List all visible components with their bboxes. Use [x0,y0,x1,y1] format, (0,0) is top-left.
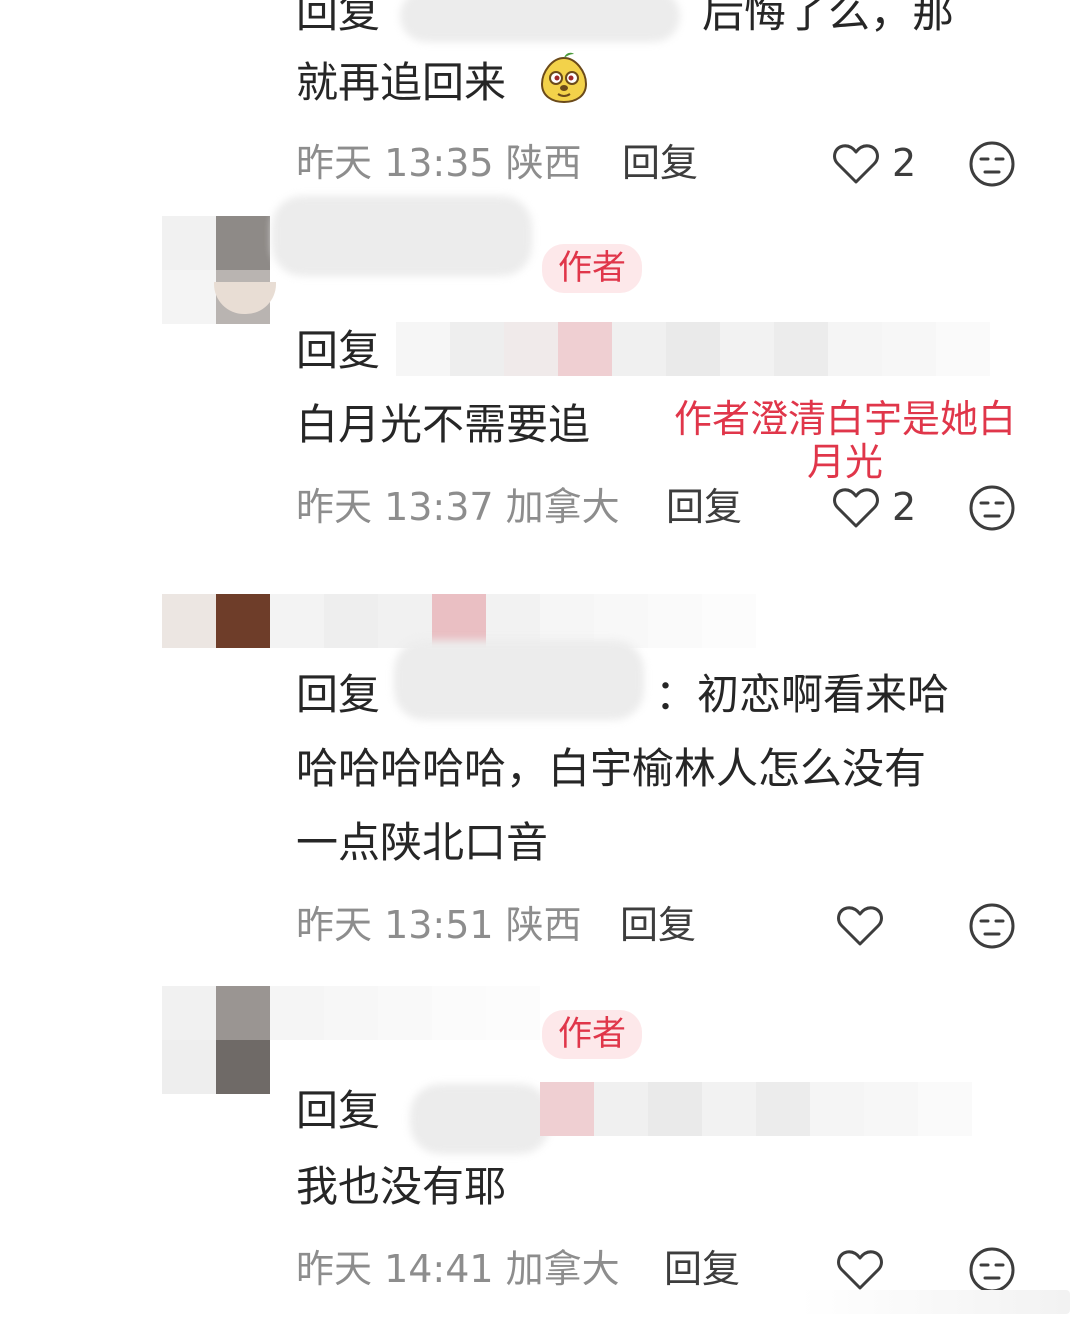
dislike-face-icon[interactable] [968,484,1016,532]
comment-text-line: 一点陕北口音 [296,818,549,867]
reply-prefix: 回复 [296,1086,381,1135]
comment-meta: 昨天 13:51 陕西 [296,903,582,947]
reply-button[interactable]: 回复 [666,488,742,526]
like-heart-icon[interactable] [832,486,880,530]
like-heart-icon[interactable] [836,904,884,948]
reply-prefix: 回复 [296,670,381,719]
avatar[interactable] [162,594,270,648]
pixelated-mention [540,1082,972,1136]
comment-text-line: 白月光不需要追 [296,400,591,449]
annotation-line: 月光 [806,439,883,484]
comment-text-line: 后悔了么，那 [702,0,955,37]
pixelated-username [270,986,540,1040]
dislike-face-icon[interactable] [968,140,1016,188]
pixelated-mention [396,322,990,376]
blurred-mention [394,640,644,720]
reply-button[interactable]: 回复 [620,906,696,944]
red-annotation: 作者澄清白宇是她白 月光 [650,398,1040,483]
blurred-username [272,196,532,276]
like-count: 2 [892,485,917,529]
comment-meta: 昨天 13:37 加拿大 [296,485,620,529]
reply-button[interactable]: 回复 [664,1250,740,1288]
author-badge: 作者 [542,244,642,293]
author-badge: 作者 [542,1010,642,1059]
avatar[interactable] [162,986,270,1094]
like-heart-icon[interactable] [836,1248,884,1292]
annotation-line: 作者澄清白宇是她白 [673,397,1016,441]
comment-text-line: 我也没有耶 [296,1162,507,1211]
dislike-face-icon[interactable] [968,1246,1016,1294]
reply-button[interactable]: 回复 [622,144,698,182]
blurred-username [400,0,680,42]
comment-meta: 昨天 14:41 加拿大 [296,1247,620,1291]
like-count: 2 [892,141,917,185]
comment-text-line: ：初恋啊看来哈 [655,670,950,719]
blurred-mention [410,1084,550,1154]
pear-mascot-emoji-icon [540,52,588,104]
comment-text-line: 哈哈哈哈哈，白宇榆林人怎么没有 [296,744,927,793]
watermark-strip [800,1290,1070,1314]
reply-prefix: 回复 [296,0,381,37]
comment-meta: 昨天 13:35 陕西 [296,141,582,185]
like-heart-icon[interactable] [832,142,880,186]
dislike-face-icon[interactable] [968,902,1016,950]
reply-prefix: 回复 [296,326,381,375]
comment-text-line: 就再追回来 [296,58,507,107]
